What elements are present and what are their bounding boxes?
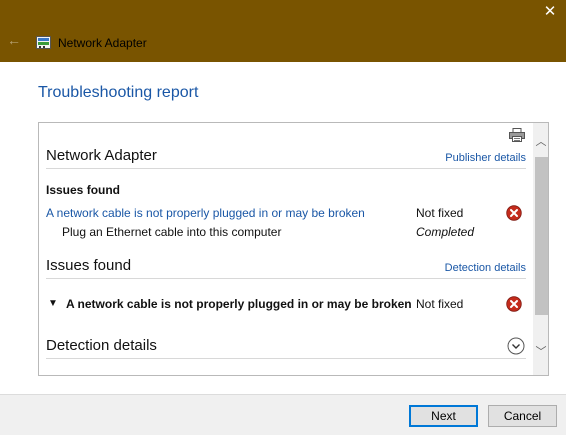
window-title: Network Adapter [58, 36, 147, 50]
issue-detail-status: Not fixed [416, 297, 464, 311]
section-issues-found-header: Issues found Detection details [46, 255, 526, 279]
title-bar: ✕ ← Network Adapter [0, 0, 566, 62]
scroll-up-icon[interactable]: ︿ [533, 135, 548, 149]
issue-status: Not fixed [416, 206, 464, 220]
issue-link[interactable]: A network cable is not properly plugged … [46, 206, 365, 220]
scroll-thumb[interactable] [535, 157, 548, 315]
section-title: Detection details [46, 337, 157, 354]
section-title: Issues found [46, 257, 132, 274]
section-network-adapter-header: Network Adapter Publisher details [46, 145, 526, 169]
publisher-details-link[interactable]: Publisher details [445, 152, 526, 164]
section-title: Network Adapter [46, 147, 157, 164]
next-button[interactable]: Next [409, 405, 478, 427]
network-adapter-icon [36, 36, 51, 49]
error-icon [506, 296, 522, 312]
report-panel: Network Adapter Publisher details Issues… [38, 122, 549, 376]
page-title: Troubleshooting report [38, 84, 199, 101]
resolution-step: Plug an Ethernet cable into this compute… [62, 225, 282, 239]
cancel-button[interactable]: Cancel [488, 405, 557, 427]
footer-bar: Next Cancel [0, 394, 566, 435]
section-detection-details-header[interactable]: Detection details [46, 335, 526, 359]
close-icon[interactable]: ✕ [542, 4, 558, 20]
issue-detail-title[interactable]: A network cable is not properly plugged … [66, 297, 412, 311]
vertical-scrollbar[interactable]: ︿ ﹀ [533, 123, 548, 375]
back-arrow-icon[interactable]: ← [7, 33, 21, 47]
error-icon [506, 205, 522, 221]
resolution-status: Completed [416, 225, 475, 239]
chevron-down-icon[interactable]: ▼ [48, 298, 58, 309]
scroll-down-icon[interactable]: ﹀ [533, 345, 548, 359]
issues-found-label: Issues found [46, 183, 121, 197]
chevron-down-icon[interactable] [507, 337, 525, 355]
detection-details-link[interactable]: Detection details [445, 262, 526, 274]
printer-icon[interactable] [509, 128, 525, 142]
